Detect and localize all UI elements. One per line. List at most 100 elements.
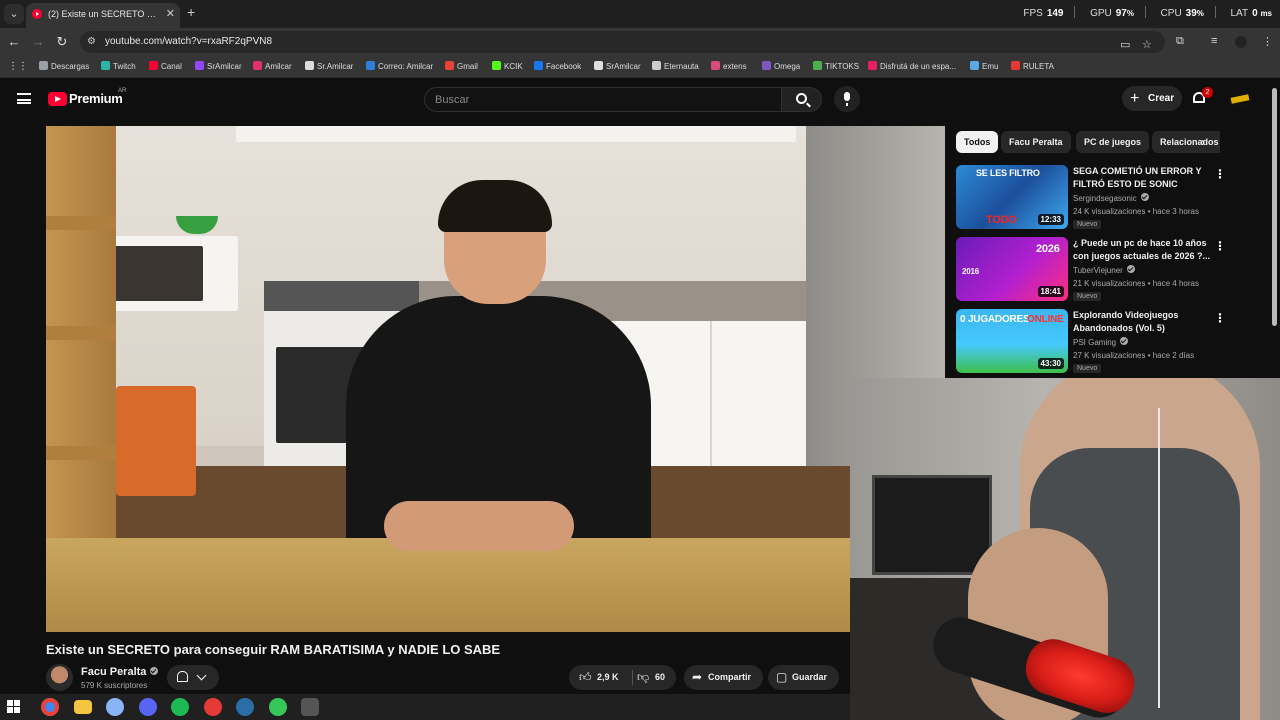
bookmark-item[interactable]: SrAmilcar <box>195 61 242 72</box>
channel-avatar[interactable] <box>46 664 73 691</box>
recommendation-channel[interactable]: PSI Gaming <box>1073 337 1129 347</box>
save-button[interactable]: ▢ Guardar <box>768 665 840 690</box>
bookmark-item[interactable]: Descargas <box>39 61 89 72</box>
recommendation-thumbnail[interactable]: 2026 2016 18:41 <box>956 237 1068 301</box>
overlay-divider <box>1144 6 1146 18</box>
search-input[interactable]: Buscar <box>424 87 782 112</box>
bookmark-item[interactable]: extens <box>711 61 747 72</box>
chrome-taskbar-icon[interactable] <box>41 698 59 716</box>
voice-search-button[interactable] <box>834 86 860 112</box>
windows-start-icon[interactable] <box>7 700 21 714</box>
back-arrow-icon[interactable]: ← <box>6 34 22 50</box>
subscription-notifications-button[interactable] <box>167 665 219 690</box>
bookmark-item[interactable]: Facebook <box>534 61 581 72</box>
account-avatar[interactable] <box>1229 88 1251 110</box>
more-options-icon[interactable]: ⋮ <box>1214 239 1226 253</box>
app-taskbar-icon[interactable] <box>269 698 287 716</box>
more-options-icon[interactable]: ⋮ <box>1214 167 1226 181</box>
menu-hamburger-icon[interactable] <box>17 93 31 104</box>
site-info-icon[interactable]: ⚙ <box>87 36 99 48</box>
youtube-header: Premium AR Buscar + Crear 2 <box>0 79 1280 119</box>
bookmark-item[interactable]: Gmail <box>445 61 478 72</box>
bookmark-label: SrAmilcar <box>207 62 242 71</box>
bookmark-label: Emu <box>982 62 999 71</box>
channel-name[interactable]: Facu Peralta <box>81 666 159 678</box>
browser-tab-active[interactable]: (2) Existe un SECRETO para con ✕ <box>26 3 180 28</box>
address-bar[interactable]: ⚙ youtube.com/watch?v=rxaRF2qPVN8 ▭ ☆ <box>80 31 1165 53</box>
app-taskbar-icon[interactable] <box>301 698 319 716</box>
video-player[interactable] <box>46 126 945 632</box>
share-button[interactable]: ➦ Compartir <box>684 665 764 690</box>
thumbs-up-icon[interactable]: 👍︎ <box>579 665 592 690</box>
apps-grid-icon[interactable]: ⋮⋮ <box>8 61 28 72</box>
file-explorer-taskbar-icon[interactable] <box>74 700 92 714</box>
bookmark-item[interactable]: SrAmilcar <box>594 61 641 72</box>
browser-menu-icon[interactable]: ⋮ <box>1262 35 1273 48</box>
bookmark-label: Canal <box>161 62 182 71</box>
bookmark-item[interactable]: Correo: Amilcar <box>366 61 433 72</box>
bookmark-item[interactable]: Emu <box>970 61 998 72</box>
recommendation-item[interactable]: SE LES FILTRO TODO 12:33 SEGA COMETIÓ UN… <box>956 165 1246 229</box>
recommendation-thumbnail[interactable]: SE LES FILTRO TODO 12:33 <box>956 165 1068 229</box>
profile-avatar[interactable] <box>1235 36 1247 48</box>
bookmark-item[interactable]: Amilcar <box>253 61 292 72</box>
chip-channel[interactable]: Facu Peralta <box>1001 131 1071 153</box>
chip-pc-de-juegos[interactable]: PC de juegos <box>1076 131 1150 153</box>
chevron-right-icon[interactable]: › <box>1201 134 1215 150</box>
recommendation-channel[interactable]: Sergindsegasonic <box>1073 193 1149 203</box>
bookmark-item[interactable]: Eternauta <box>652 61 699 72</box>
cast-icon[interactable]: ▭ <box>1120 38 1130 51</box>
like-count[interactable]: 2,9 K <box>597 665 619 690</box>
bookmark-label: Eternauta <box>664 62 699 71</box>
recommendation-item[interactable]: 2026 2016 18:41 ¿ Puede un pc de hace 10… <box>956 237 1246 301</box>
bookmark-item[interactable]: Omega <box>762 61 800 72</box>
bookmark-item[interactable]: RULETA <box>1011 61 1054 72</box>
gmail-icon <box>445 61 454 70</box>
page-scrollbar[interactable] <box>1272 88 1277 326</box>
search-button[interactable] <box>781 87 822 112</box>
recommendation-title[interactable]: ¿ Puede un pc de hace 10 años con juegos… <box>1073 237 1213 263</box>
thumbs-down-icon[interactable]: 👎︎ <box>637 665 649 690</box>
recommendation-channel[interactable]: TuberViejuner <box>1073 265 1135 275</box>
dislike-count[interactable]: 60 <box>655 665 665 690</box>
close-tab-icon[interactable]: ✕ <box>166 3 175 25</box>
extensions-icon[interactable]: ⧉ <box>1176 35 1184 48</box>
chip-todos[interactable]: Todos <box>956 131 999 153</box>
steam-taskbar-icon[interactable] <box>236 698 254 716</box>
bookmark-item[interactable]: Disfrutá de un espa... <box>868 61 956 72</box>
notifications-button[interactable]: 2 <box>1192 87 1213 105</box>
recommendation-channel-name[interactable]: TuberViejuner <box>1073 266 1123 275</box>
youtube-premium-logo-text[interactable]: Premium <box>69 91 123 106</box>
new-tab-button[interactable]: + <box>187 4 195 20</box>
channel-name-text[interactable]: Facu Peralta <box>81 666 146 678</box>
bookmark-label: Omega <box>774 62 801 71</box>
url-text[interactable]: youtube.com/watch?v=rxaRF2qPVN8 <box>105 31 272 53</box>
recommendation-item[interactable]: 0 JUGADORES ONLINE 43:30 Explorando Vide… <box>956 309 1246 373</box>
spotify-taskbar-icon[interactable] <box>171 698 189 716</box>
forward-arrow-icon[interactable]: → <box>30 34 46 50</box>
recommendation-meta: 27 K visualizaciones • hace 2 días <box>1073 351 1195 360</box>
bookmark-item[interactable]: Twitch <box>101 61 136 72</box>
more-options-icon[interactable]: ⋮ <box>1214 311 1226 325</box>
recommendation-channel-name[interactable]: PSI Gaming <box>1073 338 1116 347</box>
app-taskbar-icon[interactable] <box>204 698 222 716</box>
bookmark-item[interactable]: TIKTOKS <box>813 61 859 72</box>
new-badge: Nuevo <box>1073 292 1102 301</box>
bookmark-item[interactable]: Sr.Amilcar <box>305 61 353 72</box>
recommendation-title[interactable]: SEGA COMETIÓ UN ERROR Y FILTRÓ ESTO DE S… <box>1073 165 1213 191</box>
create-button[interactable]: + Crear <box>1122 86 1182 111</box>
fps-label: FPS <box>1023 8 1043 19</box>
tab-search-button[interactable]: ⌄ <box>4 4 24 24</box>
recommendation-title[interactable]: Explorando Videojuegos Abandonados (Vol.… <box>1073 309 1213 335</box>
discord-taskbar-icon[interactable] <box>139 698 157 716</box>
bookmark-item[interactable]: Canal <box>149 61 182 72</box>
bookmark-item[interactable]: KCIK <box>492 61 523 72</box>
recommendation-channel-name[interactable]: Sergindsegasonic <box>1073 194 1137 203</box>
youtube-logo-icon[interactable] <box>48 92 67 106</box>
bookmark-star-icon[interactable]: ☆ <box>1142 38 1152 51</box>
drive-icon <box>813 61 822 70</box>
reload-icon[interactable]: ↻ <box>54 34 70 50</box>
app-taskbar-icon[interactable] <box>106 698 124 716</box>
recommendation-thumbnail[interactable]: 0 JUGADORES ONLINE 43:30 <box>956 309 1068 373</box>
reading-list-icon[interactable]: ≡ <box>1211 35 1217 47</box>
